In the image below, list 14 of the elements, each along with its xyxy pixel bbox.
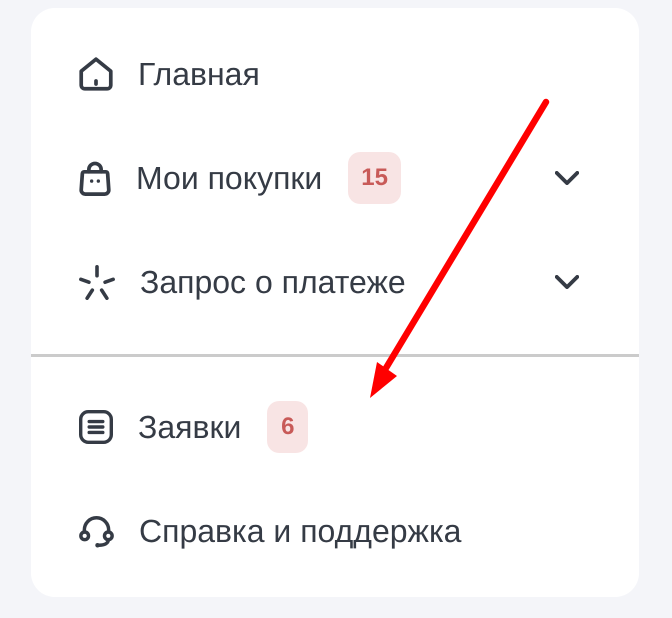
count-badge: 15 — [348, 152, 401, 204]
count-badge: 6 — [267, 401, 308, 453]
home-icon — [79, 57, 113, 91]
sparkle-icon — [79, 264, 115, 300]
menu-link[interactable]: Мои покупки — [79, 154, 322, 202]
menu-link[interactable]: Запрос о платеже — [79, 258, 406, 306]
headset-icon — [79, 514, 114, 548]
chevron-down-icon[interactable] — [555, 171, 579, 185]
list-icon — [79, 410, 113, 444]
chevron-down-icon[interactable] — [555, 275, 579, 289]
shopping-bag-icon — [79, 160, 111, 196]
menu-link[interactable]: Главная — [79, 50, 260, 98]
menu-link[interactable]: Справка и поддержка — [79, 507, 462, 555]
menu-link[interactable]: Заявки — [79, 403, 242, 451]
